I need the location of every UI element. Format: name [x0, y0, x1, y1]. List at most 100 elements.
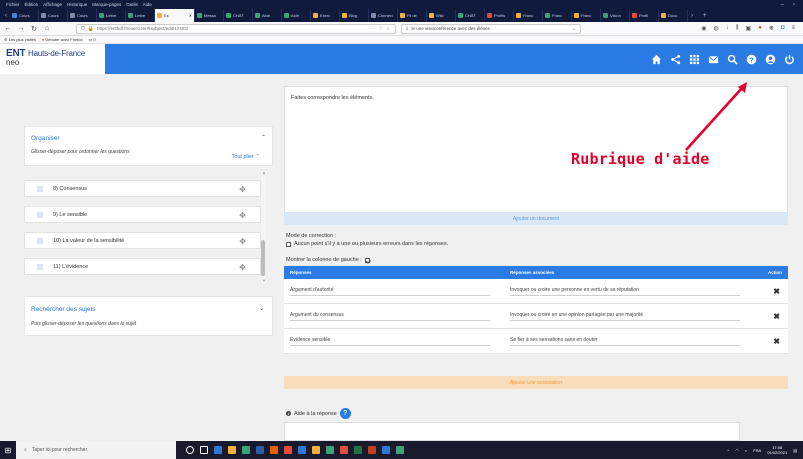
address-bar[interactable]: ⛉ 🔒 https://enthdf.fr/exercizer#/subject…: [76, 23, 396, 34]
scrollbar-thumb[interactable]: [261, 240, 265, 276]
go-arrow-icon[interactable]: →: [572, 26, 577, 31]
notifications-icon[interactable]: ▤: [793, 448, 797, 453]
add-document-button[interactable]: Ajouter un document: [284, 212, 788, 225]
app-icon[interactable]: [284, 446, 292, 454]
menu-item[interactable]: Outils: [126, 2, 138, 7]
delete-row-icon[interactable]: ✖: [754, 312, 788, 321]
home-icon[interactable]: [651, 54, 662, 65]
minimize-icon[interactable]: –: [781, 2, 784, 8]
scroll-up-icon[interactable]: ▲: [262, 170, 266, 175]
browser-tab[interactable]: Franc: [572, 9, 601, 22]
delete-row-icon[interactable]: ✖: [754, 337, 788, 346]
power-icon[interactable]: [784, 54, 795, 65]
language-indicator[interactable]: FRA: [753, 448, 761, 453]
correction-mode-checkbox[interactable]: [286, 241, 291, 247]
search-text[interactable]: le une visioconférence avec des élèves: [412, 26, 490, 31]
tab-scroll-left-icon[interactable]: ‹: [2, 9, 10, 22]
ent-logo[interactable]: ENT Hauts-de-France neo: [0, 44, 105, 74]
app-icon[interactable]: [340, 446, 348, 454]
menu-item[interactable]: Édition: [25, 2, 39, 7]
answer-input[interactable]: Evidence sensible: [290, 337, 490, 346]
bookmark-most-visited[interactable]: ⚙ Les plus visités: [4, 37, 36, 42]
app-icon[interactable]: [270, 446, 278, 454]
toggle-all-link[interactable]: Tout plier ⌃: [232, 154, 260, 160]
browser-tab[interactable]: CHAT: [456, 9, 485, 22]
browser-tab[interactable]: Franc: [543, 9, 572, 22]
apps-icon[interactable]: [689, 54, 700, 65]
app-icon[interactable]: [354, 446, 362, 454]
tray-chevron-icon[interactable]: ^: [727, 448, 729, 453]
browser-tab[interactable]: Lettre: [97, 9, 126, 22]
messages-icon[interactable]: [708, 54, 719, 65]
menu-item[interactable]: Aide: [143, 2, 152, 7]
search-box[interactable]: ⌕ le une visioconférence avec des élèves…: [401, 23, 581, 34]
app-icon[interactable]: [228, 446, 236, 454]
browser-tab[interactable]: Aide: [282, 9, 311, 22]
browser-tab[interactable]: Fil de: [398, 9, 427, 22]
answer-input[interactable]: Argument d'autorité: [290, 287, 490, 296]
new-tab-button[interactable]: +: [700, 9, 710, 22]
maximize-icon[interactable]: ▫: [793, 2, 795, 8]
search-icon[interactable]: [727, 54, 738, 65]
browser-tab[interactable]: Profils: [485, 9, 514, 22]
list-item[interactable]: 11) L'évidence ✥: [24, 258, 261, 275]
answer-help-input[interactable]: [284, 422, 740, 441]
download-icon[interactable]: ↓: [726, 25, 729, 32]
help-icon[interactable]: ?: [746, 54, 757, 65]
browser-tab[interactable]: Exerc: [311, 9, 340, 22]
home-button[interactable]: ⌂: [43, 25, 51, 32]
browser-tab[interactable]: Profil: [630, 9, 659, 22]
user-icon[interactable]: [765, 54, 776, 65]
browser-tab[interactable]: Cours: [68, 9, 97, 22]
network-icon[interactable]: ◠: [735, 448, 739, 453]
close-tab-icon[interactable]: ✕: [189, 13, 192, 18]
chevron-down-icon[interactable]: ⌄: [259, 305, 264, 312]
app-icon[interactable]: [312, 446, 320, 454]
menu-item[interactable]: Fichier: [6, 2, 20, 7]
app-icon[interactable]: [326, 446, 334, 454]
list-item[interactable]: 10) La valeur de la sensibilité ✥: [24, 232, 261, 249]
browser-tab[interactable]: Cours: [39, 9, 68, 22]
bookmark-folder[interactable]: ▭ 0: [89, 37, 96, 42]
browser-tab[interactable]: CHAT: [224, 9, 253, 22]
browser-tab[interactable]: Blog: [340, 9, 369, 22]
browser-tab[interactable]: Cours: [10, 9, 39, 22]
associated-input[interactable]: Invoquer ou croire en une opinion partag…: [510, 312, 740, 321]
page-actions-icon[interactable]: ··· ♡ ☆: [369, 26, 391, 32]
move-handle-icon[interactable]: ✥: [239, 211, 246, 220]
app-icon[interactable]: [214, 446, 222, 454]
browser-tab[interactable]: Aide: [253, 9, 282, 22]
help-icon[interactable]: ?: [339, 408, 351, 419]
bookmark-getting-started[interactable]: ● Débuter avec Firefox: [42, 37, 83, 42]
move-handle-icon[interactable]: ✥: [239, 237, 246, 246]
menu-item[interactable]: Marque-pages: [92, 2, 121, 7]
add-association-button[interactable]: Ajouter une association: [284, 376, 788, 389]
browser-tab[interactable]: Ex ✕: [155, 9, 195, 22]
volume-icon[interactable]: ◖: [745, 448, 747, 453]
reload-button[interactable]: ↻: [30, 25, 38, 33]
browser-tab[interactable]: Wiki: [427, 9, 456, 22]
extension-icon[interactable]: ◘: [781, 25, 785, 32]
browser-tab[interactable]: Franc: [514, 9, 543, 22]
move-handle-icon[interactable]: ✥: [239, 185, 246, 194]
scroll-down-icon[interactable]: ▼: [262, 278, 266, 283]
cortana-icon[interactable]: [186, 446, 194, 454]
task-view-icon[interactable]: [200, 446, 208, 454]
menu-item[interactable]: Historique: [67, 2, 87, 7]
app-icon[interactable]: [368, 446, 376, 454]
answer-input[interactable]: Argument du consensus: [290, 312, 490, 321]
extension-icon[interactable]: ◉: [701, 25, 706, 32]
move-handle-icon[interactable]: ✥: [239, 263, 246, 272]
forward-button[interactable]: →: [17, 25, 25, 32]
windows-start-icon[interactable]: ⊞: [0, 446, 16, 455]
app-icon[interactable]: [242, 446, 250, 454]
extension-icon[interactable]: ◍: [714, 25, 719, 32]
menu-item[interactable]: Affichage: [43, 2, 62, 7]
browser-tab[interactable]: Docu: [659, 9, 688, 22]
extension-icon[interactable]: ❋: [769, 25, 774, 32]
app-icon[interactable]: [396, 446, 404, 454]
collapse-organiser-icon[interactable]: ⌃: [261, 134, 266, 141]
delete-row-icon[interactable]: ✖: [754, 287, 788, 296]
browser-tab[interactable]: Vision: [601, 9, 630, 22]
sidebar-icon[interactable]: ▣: [746, 25, 752, 32]
